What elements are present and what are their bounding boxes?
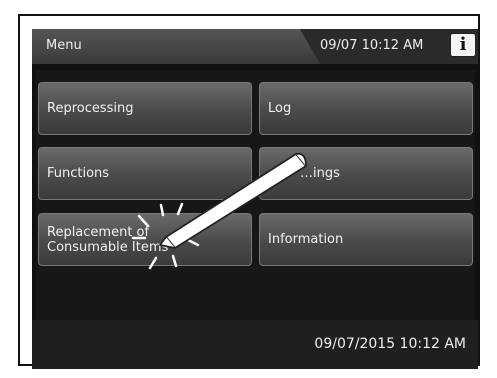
reprocessing-button[interactable]: Reprocessing [38,82,252,135]
reprocessing-label: Reprocessing [47,101,134,116]
menu-panel: Reprocessing Log Functions …ings Replace… [36,70,475,328]
replacement-label-line1: Replacement of [47,224,150,240]
info-button[interactable]: i [450,33,476,57]
footer-bar: 09/07/2015 10:12 AM [32,320,478,369]
header-bar: Menu 09/07 10:12 AM i [32,29,478,64]
functions-label: Functions [47,166,110,181]
information-label: Information [268,232,344,247]
page-title: Menu [46,38,82,53]
footer-datetime: 09/07/2015 10:12 AM [314,336,466,352]
touch-screen: Menu 09/07 10:12 AM i Reprocessing Log F… [32,29,478,369]
functions-button[interactable]: Functions [38,147,252,200]
information-button[interactable]: Information [259,213,473,266]
replacement-label-line2: Consumable Items [47,239,169,255]
replacement-of-consumable-items-button[interactable]: Replacement of Consumable Items [38,213,252,266]
settings-label: …ings [300,166,340,181]
log-label: Log [268,101,292,116]
log-button[interactable]: Log [259,82,473,135]
info-icon: i [459,34,467,55]
header-datetime: 09/07 10:12 AM [320,38,424,53]
settings-button[interactable]: …ings [259,147,473,200]
